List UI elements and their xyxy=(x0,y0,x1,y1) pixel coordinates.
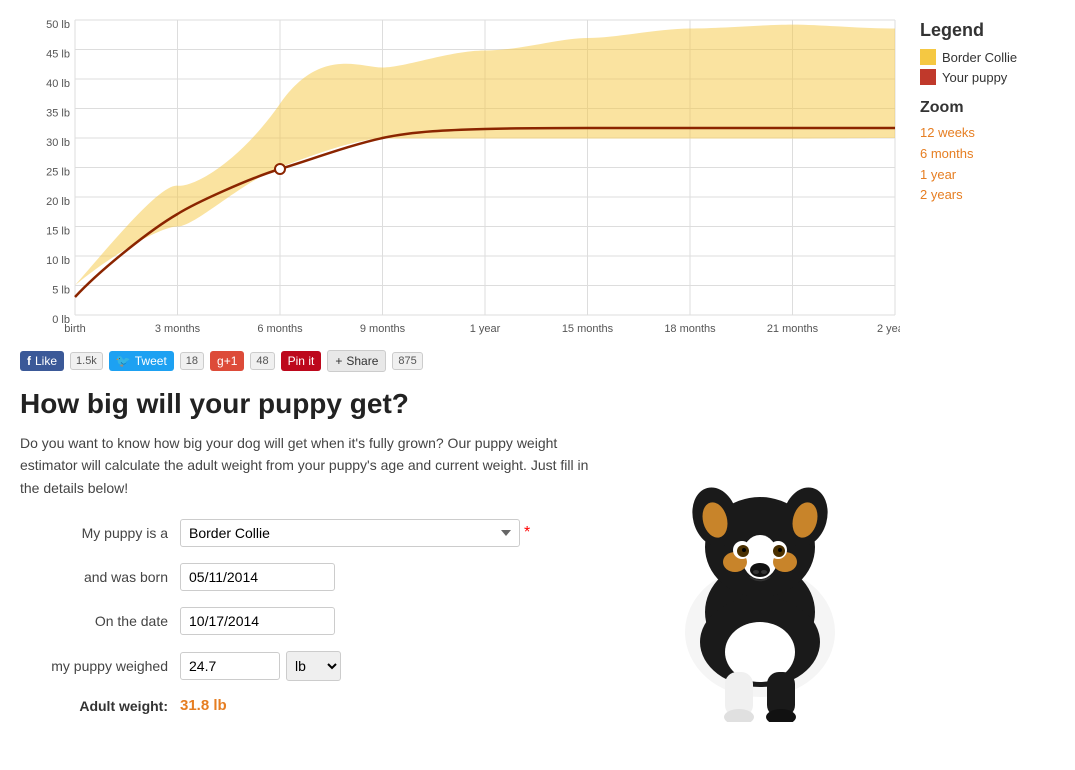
google-plus-button[interactable]: g+1 xyxy=(210,351,244,371)
legend-label-border-collie: Border Collie xyxy=(942,50,1017,65)
breed-row: My puppy is a Border Collie * xyxy=(20,519,600,547)
share-button[interactable]: + Share xyxy=(327,350,386,372)
share-count: 875 xyxy=(392,352,422,370)
svg-text:30 lb: 30 lb xyxy=(46,137,70,149)
page-title: How big will your puppy get? xyxy=(20,388,600,420)
unit-select[interactable]: lb kg xyxy=(286,651,341,681)
svg-text:Age: Age xyxy=(473,338,496,340)
sidebar: Legend Border Collie Your puppy Zoom 12 … xyxy=(900,10,1055,742)
date-row: On the date xyxy=(20,607,600,635)
breed-select[interactable]: Border Collie xyxy=(180,519,520,547)
pinterest-pin-button[interactable]: Pin it xyxy=(281,351,322,371)
zoom-title: Zoom xyxy=(920,99,1055,117)
page-description: Do you want to know how big your dog wil… xyxy=(20,432,600,499)
svg-text:6 months: 6 months xyxy=(257,323,303,335)
legend-swatch-your-puppy xyxy=(920,69,936,85)
svg-text:10 lb: 10 lb xyxy=(46,255,70,267)
puppy-form: My puppy is a Border Collie * and was bo… xyxy=(20,519,600,714)
svg-text:3 months: 3 months xyxy=(155,323,201,335)
twitter-icon: 🐦 xyxy=(116,354,131,368)
legend-swatch-border-collie xyxy=(920,49,936,65)
svg-text:15 months: 15 months xyxy=(562,323,614,335)
date-input[interactable] xyxy=(180,607,335,635)
svg-text:25 lb: 25 lb xyxy=(46,167,70,179)
facebook-icon: f xyxy=(27,354,31,368)
svg-text:45 lb: 45 lb xyxy=(46,49,70,61)
weight-label: my puppy weighed xyxy=(20,658,180,674)
svg-text:21 months: 21 months xyxy=(767,323,819,335)
twitter-tweet-button[interactable]: 🐦 Tweet xyxy=(109,351,174,371)
puppy-image-container xyxy=(620,388,900,722)
svg-text:2 years: 2 years xyxy=(877,323,900,335)
svg-text:15 lb: 15 lb xyxy=(46,226,70,238)
legend-item-your-puppy: Your puppy xyxy=(920,69,1055,85)
legend-item-border-collie: Border Collie xyxy=(920,49,1055,65)
born-row: and was born xyxy=(20,563,600,591)
fb-like-label: Like xyxy=(35,354,57,368)
facebook-like-button[interactable]: f Like xyxy=(20,351,64,371)
svg-text:5 lb: 5 lb xyxy=(52,285,70,297)
svg-text:birth: birth xyxy=(64,323,85,335)
zoom-12weeks[interactable]: 12 weeks xyxy=(920,123,1055,144)
pin-label: Pin it xyxy=(288,354,315,368)
puppy-image xyxy=(630,402,890,722)
legend-label-your-puppy: Your puppy xyxy=(942,70,1007,85)
svg-text:9 months: 9 months xyxy=(360,323,406,335)
born-input[interactable] xyxy=(180,563,335,591)
fb-count: 1.5k xyxy=(70,352,103,370)
date-label: On the date xyxy=(20,613,180,629)
svg-text:1 year: 1 year xyxy=(470,323,501,335)
gplus-count: 48 xyxy=(250,352,274,370)
social-bar: f Like 1.5k 🐦 Tweet 18 g+1 48 Pin it + S… xyxy=(20,340,900,388)
share-label: Share xyxy=(346,354,378,368)
gplus-label: g+1 xyxy=(217,354,237,368)
legend-title: Legend xyxy=(920,20,1055,41)
weight-row: my puppy weighed lb kg xyxy=(20,651,600,681)
zoom-1year[interactable]: 1 year xyxy=(920,165,1055,186)
breed-label: My puppy is a xyxy=(20,525,180,541)
born-label: and was born xyxy=(20,569,180,585)
weight-input[interactable] xyxy=(180,652,280,680)
share-icon: + xyxy=(335,354,342,368)
svg-text:50 lb: 50 lb xyxy=(46,19,70,31)
svg-text:35 lb: 35 lb xyxy=(46,108,70,120)
required-star: * xyxy=(524,524,530,542)
adult-weight-label: Adult weight: xyxy=(20,698,180,714)
zoom-2years[interactable]: 2 years xyxy=(920,185,1055,206)
adult-weight-row: Adult weight: 31.8 lb xyxy=(20,697,600,714)
tweet-count: 18 xyxy=(180,352,204,370)
svg-text:18 months: 18 months xyxy=(664,323,716,335)
adult-weight-value: 31.8 lb xyxy=(180,697,227,714)
zoom-6months[interactable]: 6 months xyxy=(920,144,1055,165)
svg-text:40 lb: 40 lb xyxy=(46,78,70,90)
tweet-label: Tweet xyxy=(135,354,167,368)
svg-text:20 lb: 20 lb xyxy=(46,196,70,208)
